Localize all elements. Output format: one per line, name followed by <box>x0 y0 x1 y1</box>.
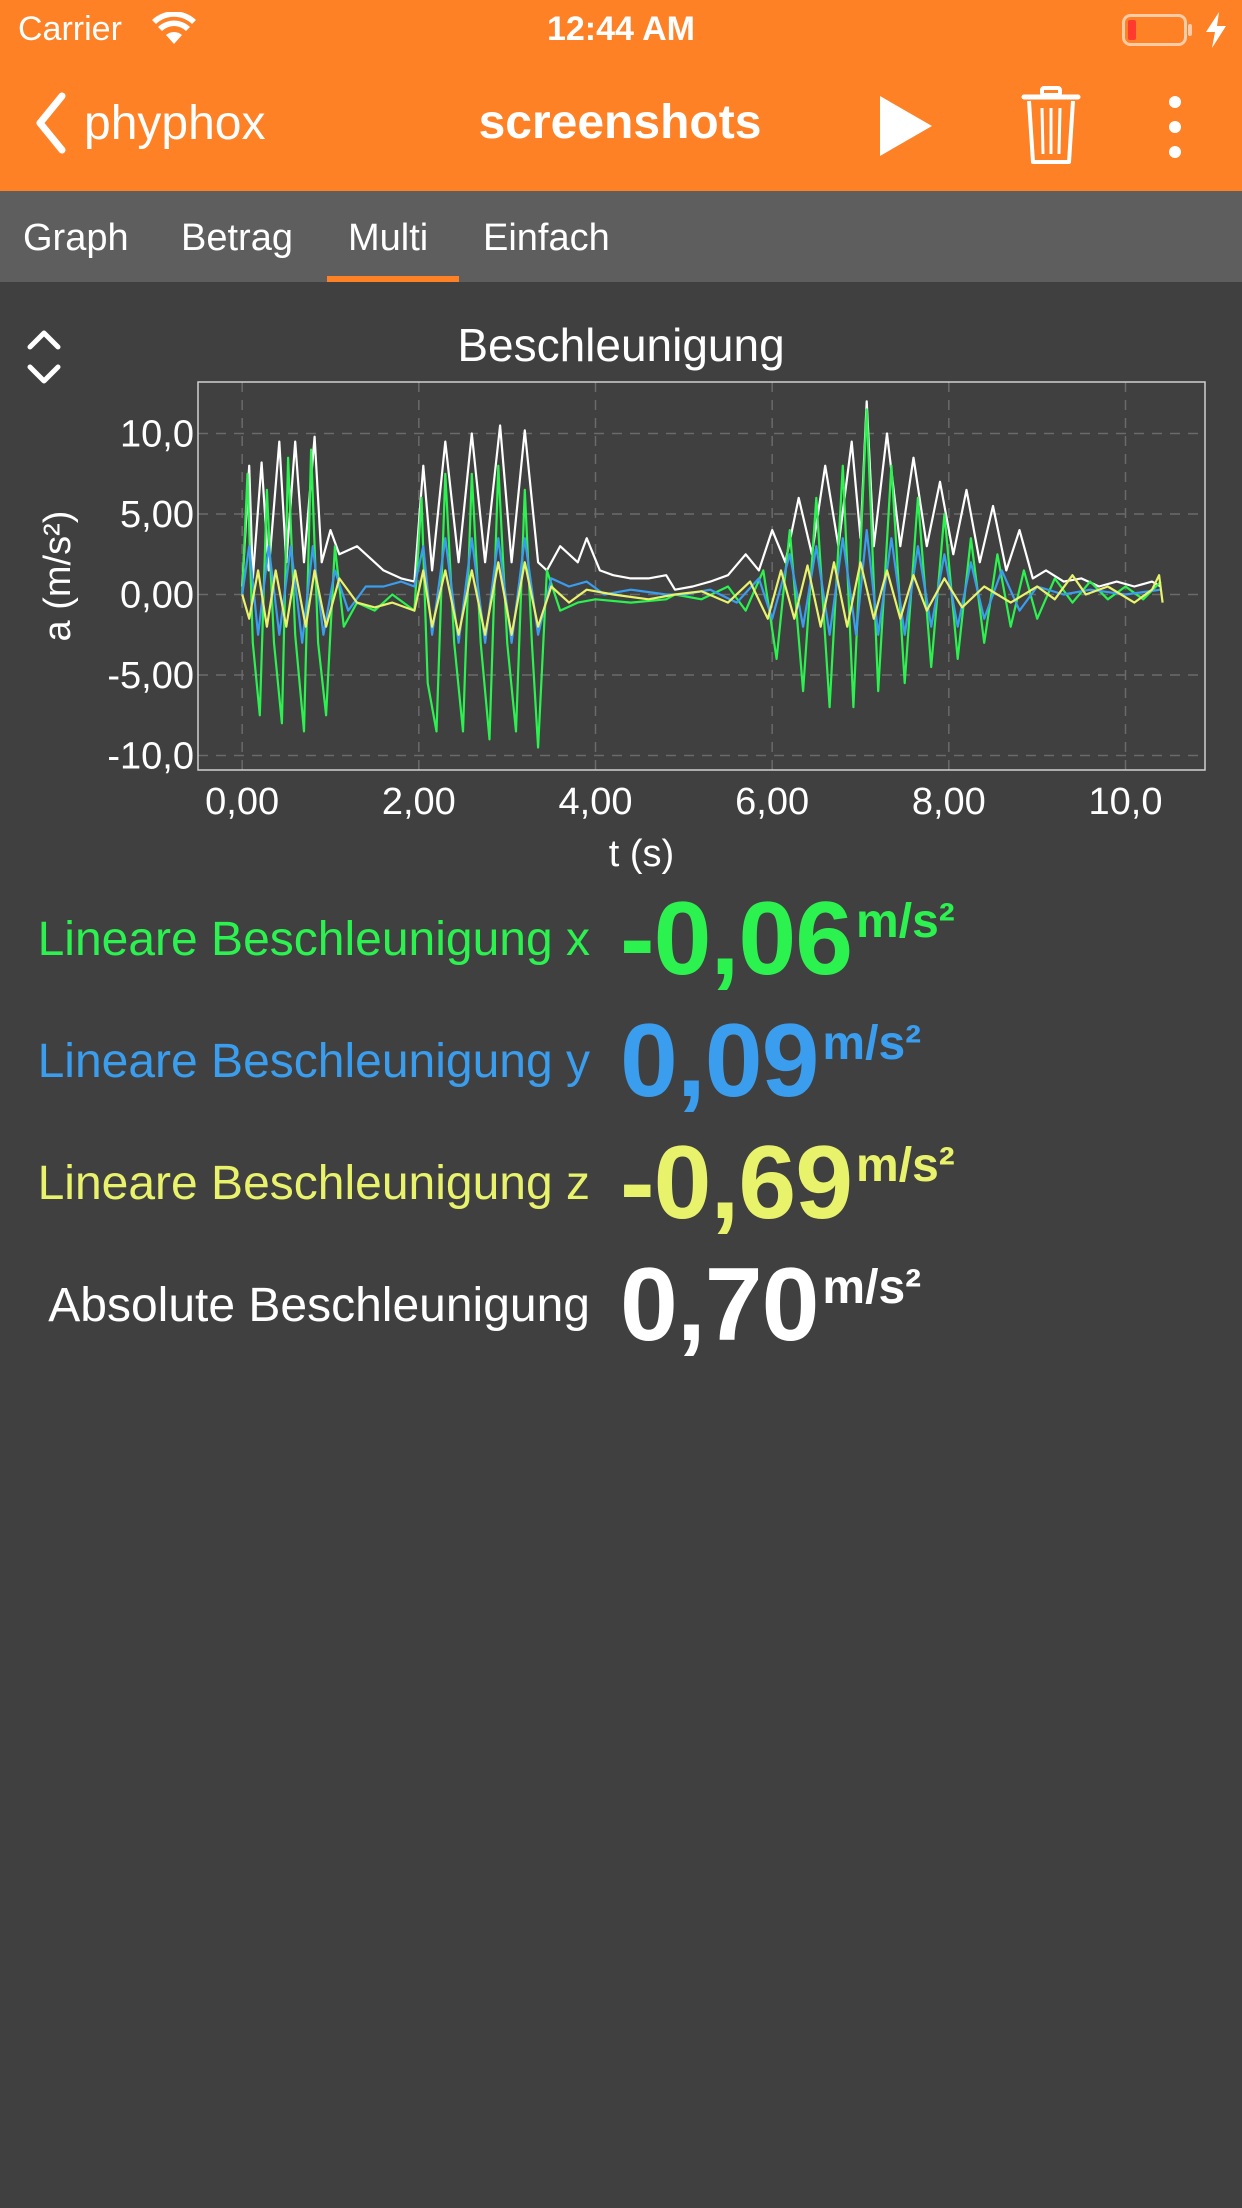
tab-multi[interactable]: Multi <box>348 217 428 260</box>
play-icon[interactable] <box>878 94 934 158</box>
value-row-x: Lineare Beschleunigung x -0,06m/s² <box>0 880 1242 1000</box>
x-axis-label: t (s) <box>609 833 674 875</box>
x-tick-label: 2,00 <box>382 781 456 823</box>
y-tick-label: 0,00 <box>120 575 194 617</box>
y-tick-label: -5,00 <box>107 655 194 697</box>
chevron-left-icon <box>36 92 66 154</box>
value-readout-y: 0,09m/s² <box>620 1002 921 1121</box>
status-bar: Carrier 12:44 AM <box>0 0 1242 60</box>
trash-icon[interactable] <box>1020 86 1082 166</box>
back-label: phyphox <box>84 96 266 150</box>
x-tick-label: 8,00 <box>912 781 986 823</box>
tab-einfach[interactable]: Einfach <box>483 217 610 260</box>
value-number-absolute: 0,70 <box>620 1247 819 1363</box>
value-row-y: Lineare Beschleunigung y 0,09m/s² <box>0 1002 1242 1122</box>
series-line <box>241 400 1162 591</box>
battery-icon <box>1122 14 1192 46</box>
value-readout-absolute: 0,70m/s² <box>620 1246 921 1365</box>
more-vertical-icon[interactable] <box>1160 92 1190 162</box>
back-button[interactable]: phyphox <box>34 88 265 158</box>
value-row-absolute: Absolute Beschleunigung 0,70m/s² <box>0 1246 1242 1366</box>
value-label-absolute: Absolute Beschleunigung <box>48 1279 590 1332</box>
tab-betrag[interactable]: Betrag <box>181 217 293 260</box>
value-unit-y: m/s² <box>822 1017 922 1070</box>
value-label-x: Lineare Beschleunigung x <box>37 913 590 966</box>
value-number-x: -0,06 <box>620 881 853 997</box>
navigation-bar: Carrier 12:44 AM phyphox screenshots <box>0 0 1242 191</box>
value-row-z: Lineare Beschleunigung z -0,69m/s² <box>0 1124 1242 1244</box>
value-unit-z: m/s² <box>856 1139 955 1192</box>
chart-title: Beschleunigung <box>457 319 785 371</box>
status-time: 12:44 AM <box>546 10 696 48</box>
value-label-z: Lineare Beschleunigung z <box>37 1157 590 1210</box>
series-line <box>241 529 1161 644</box>
value-unit-x: m/s² <box>856 895 955 948</box>
y-tick-label: 10,0 <box>120 414 194 456</box>
page-title: screenshots <box>478 96 762 149</box>
value-unit-absolute: m/s² <box>822 1261 922 1314</box>
y-tick-label: -10,0 <box>107 736 194 778</box>
y-tick-label: 5,00 <box>120 494 194 536</box>
x-tick-label: 10,0 <box>1089 781 1163 823</box>
series-line <box>241 408 1162 749</box>
tab-bar: Graph Betrag Multi Einfach <box>0 191 1242 282</box>
value-readout-z: -0,69m/s² <box>620 1124 955 1243</box>
charging-bolt-icon <box>1206 12 1226 48</box>
x-tick-label: 0,00 <box>205 781 279 823</box>
value-readout-x: -0,06m/s² <box>620 880 955 999</box>
value-number-z: -0,69 <box>620 1125 853 1241</box>
value-label-y: Lineare Beschleunigung y <box>37 1035 590 1088</box>
tab-graph[interactable]: Graph <box>23 217 129 260</box>
acceleration-chart[interactable]: 0,00 2,00 4,00 6,00 8,00 10,0 10,0 5,00 0,00 -5,0… <box>0 370 1242 880</box>
x-tick-label: 6,00 <box>735 781 809 823</box>
value-number-y: 0,09 <box>620 1003 819 1119</box>
x-tick-label: 4,00 <box>559 781 633 823</box>
active-tab-indicator <box>327 276 459 282</box>
y-axis-label: a (m/s²) <box>37 511 79 642</box>
